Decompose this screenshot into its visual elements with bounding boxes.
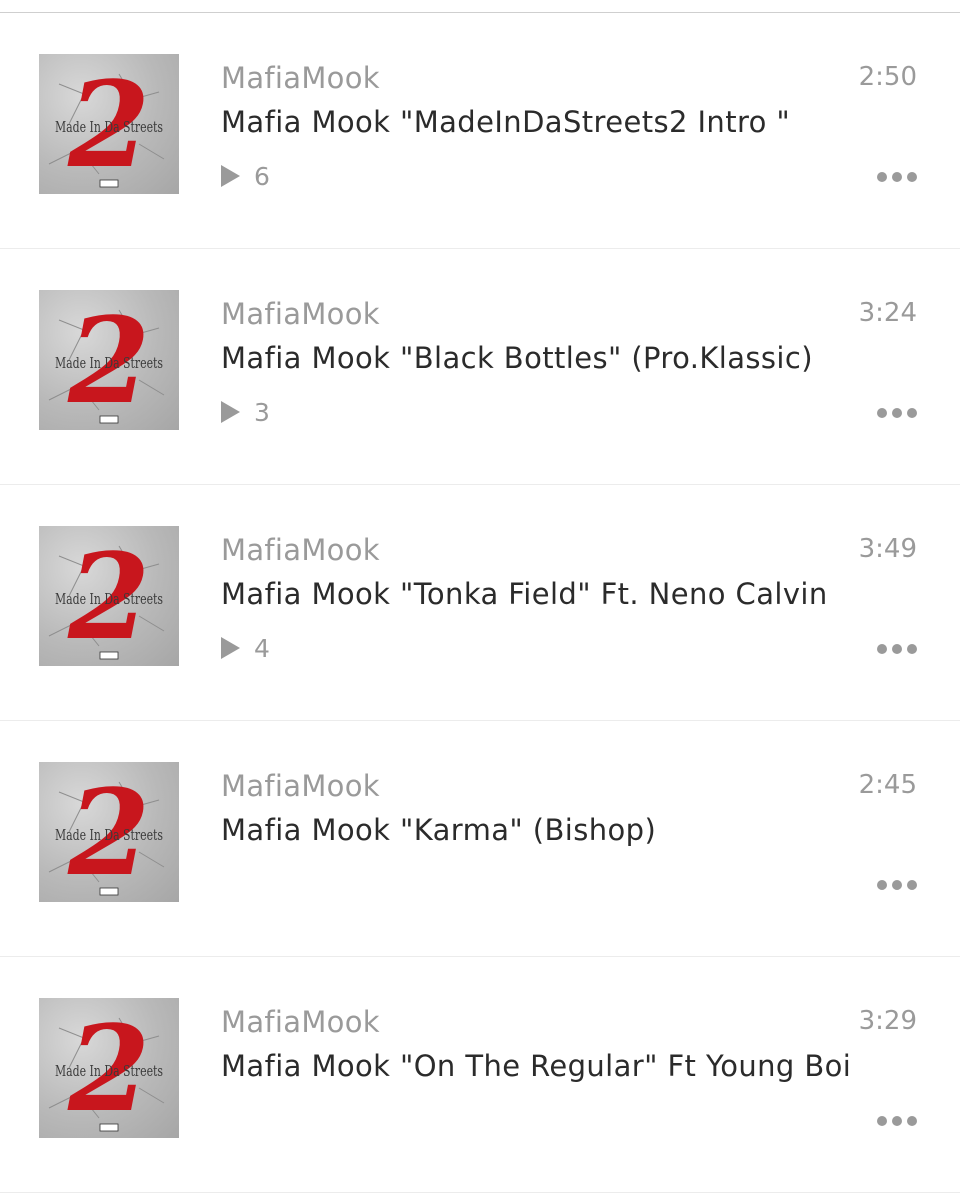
play-icon xyxy=(221,165,240,187)
play-count-row: 6 xyxy=(221,161,270,191)
artwork-title: Made In Da Streets xyxy=(55,826,163,844)
play-count: 4 xyxy=(254,633,270,663)
track-artwork[interactable]: 2 Made In Da Streets xyxy=(39,54,179,194)
track-uploader[interactable]: MafiaMook xyxy=(221,533,380,567)
artwork-graphic: 2 Made In Da Streets xyxy=(48,763,165,902)
play-icon xyxy=(221,401,240,423)
more-options-dot xyxy=(907,644,917,654)
play-count-row: 4 xyxy=(221,633,270,663)
track-duration: 2:45 xyxy=(858,770,917,800)
more-options-icon xyxy=(877,172,887,182)
track-uploader[interactable]: MafiaMook xyxy=(221,61,380,95)
artwork-graphic: 2 Made In Da Streets xyxy=(48,55,165,194)
track-uploader[interactable]: MafiaMook xyxy=(221,769,380,803)
more-options-icon xyxy=(877,1116,887,1126)
artwork-title: Made In Da Streets xyxy=(55,354,163,372)
track-artwork[interactable]: 2 Made In Da Streets xyxy=(39,526,179,666)
artwork-graphic: 2 Made In Da Streets xyxy=(48,527,165,666)
more-options-button[interactable] xyxy=(877,166,917,188)
track-item[interactable]: 2 Made In Da Streets MafiaMook Mafia Moo… xyxy=(0,13,960,249)
track-title[interactable]: Mafia Mook "On The Regular" Ft Young Boi xyxy=(221,1049,860,1083)
track-uploader[interactable]: MafiaMook xyxy=(221,297,380,331)
track-item[interactable]: 2 Made In Da Streets MafiaMook Mafia Moo… xyxy=(0,721,960,957)
more-options-dot xyxy=(892,880,902,890)
more-options-dot xyxy=(907,880,917,890)
track-item[interactable]: 2 Made In Da Streets MafiaMook Mafia Moo… xyxy=(0,485,960,721)
artwork-graphic: 2 Made In Da Streets xyxy=(48,999,165,1138)
more-options-dot xyxy=(892,1116,902,1126)
track-duration: 2:50 xyxy=(858,62,917,92)
more-options-icon xyxy=(877,644,887,654)
more-options-button[interactable] xyxy=(877,874,917,896)
artwork-title: Made In Da Streets xyxy=(55,590,163,608)
track-duration: 3:24 xyxy=(858,298,917,328)
more-options-button[interactable] xyxy=(877,1110,917,1132)
more-options-icon xyxy=(877,880,887,890)
track-item[interactable]: 2 Made In Da Streets MafiaMook Mafia Moo… xyxy=(0,957,960,1193)
track-artwork[interactable]: 2 Made In Da Streets xyxy=(39,762,179,902)
track-title[interactable]: Mafia Mook "Tonka Field" Ft. Neno Calvin xyxy=(221,577,860,611)
track-item[interactable]: 2 Made In Da Streets MafiaMook Mafia Moo… xyxy=(0,249,960,485)
artwork-title: Made In Da Streets xyxy=(55,118,163,136)
more-options-dot xyxy=(892,172,902,182)
more-options-dot xyxy=(907,408,917,418)
track-uploader[interactable]: MafiaMook xyxy=(221,1005,380,1039)
more-options-dot xyxy=(907,1116,917,1126)
track-title[interactable]: Mafia Mook "Karma" (Bishop) xyxy=(221,813,860,847)
track-artwork[interactable]: 2 Made In Da Streets xyxy=(39,290,179,430)
play-count-row: 3 xyxy=(221,397,270,427)
track-title[interactable]: Mafia Mook "MadeInDaStreets2 Intro " xyxy=(221,105,860,139)
track-title[interactable]: Mafia Mook "Black Bottles" (Pro.Klassic) xyxy=(221,341,860,375)
more-options-button[interactable] xyxy=(877,638,917,660)
more-options-button[interactable] xyxy=(877,402,917,424)
track-artwork[interactable]: 2 Made In Da Streets xyxy=(39,998,179,1138)
track-list: 2 Made In Da Streets MafiaMook Mafia Moo… xyxy=(0,13,960,1193)
play-icon xyxy=(221,637,240,659)
play-count: 3 xyxy=(254,397,270,427)
more-options-dot xyxy=(907,172,917,182)
track-duration: 3:49 xyxy=(858,534,917,564)
more-options-icon xyxy=(877,408,887,418)
more-options-dot xyxy=(892,408,902,418)
artwork-title: Made In Da Streets xyxy=(55,1062,163,1080)
artwork-graphic: 2 Made In Da Streets xyxy=(48,291,165,430)
play-count: 6 xyxy=(254,161,270,191)
more-options-dot xyxy=(892,644,902,654)
track-duration: 3:29 xyxy=(858,1006,917,1036)
